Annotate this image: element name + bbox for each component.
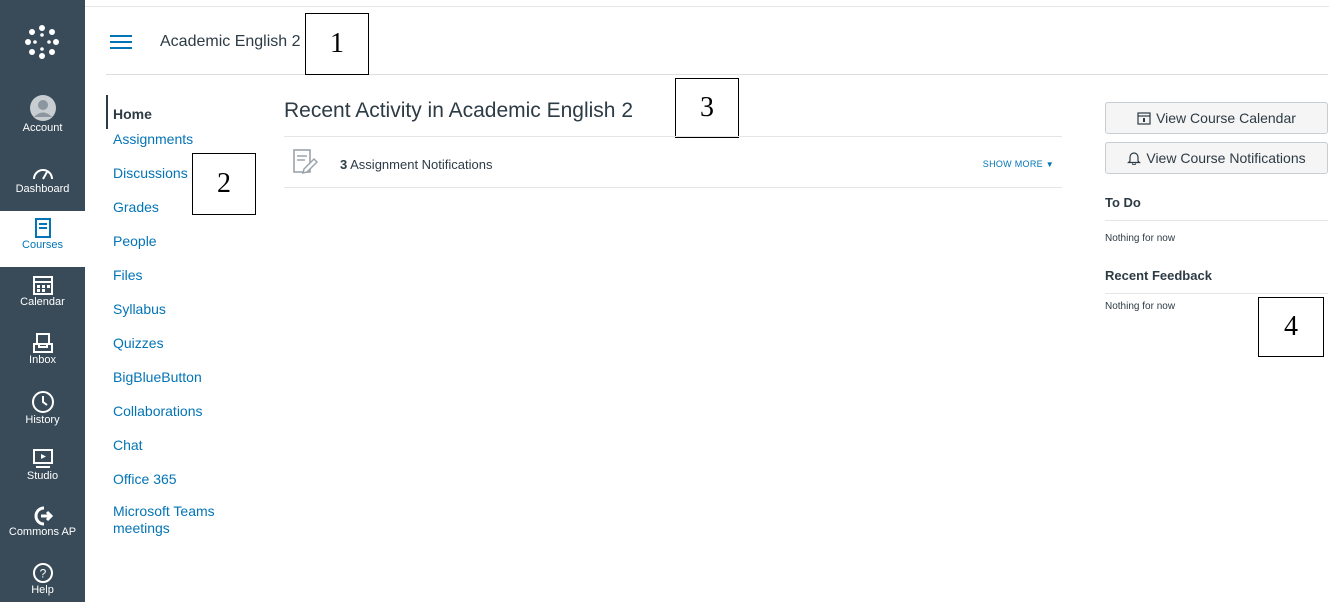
activity-item: 3 Assignment Notifications SHOW MORE ▼ <box>284 142 1062 186</box>
show-more-button[interactable]: SHOW MORE ▼ <box>983 159 1054 169</box>
course-nav-collaborations[interactable]: Collaborations <box>106 401 246 435</box>
annotation-label: 3 <box>675 78 739 138</box>
view-course-calendar-button[interactable]: View Course Calendar <box>1105 102 1328 134</box>
todo-empty-text: Nothing for now <box>1105 233 1176 244</box>
global-nav-help[interactable]: ? Help <box>0 562 85 602</box>
show-more-label: SHOW MORE <box>982 159 1043 169</box>
view-course-notifications-button[interactable]: View Course Notifications <box>1105 142 1328 174</box>
course-nav-quizzes[interactable]: Quizzes <box>106 333 246 367</box>
annotation-label: 2 <box>192 153 256 215</box>
commons-icon <box>34 506 53 526</box>
caret-down-icon: ▼ <box>1045 160 1054 169</box>
global-nav-label: Studio <box>26 470 59 482</box>
global-nav-label: Inbox <box>29 354 56 366</box>
studio-icon <box>32 449 53 468</box>
feedback-divider <box>1105 293 1328 294</box>
activity-count: 3 <box>340 157 348 172</box>
activity-divider <box>284 187 1062 188</box>
calendar-icon <box>32 276 53 295</box>
course-nav-office-365[interactable]: Office 365 <box>106 469 246 503</box>
course-nav-files[interactable]: Files <box>106 265 246 299</box>
global-nav-inbox[interactable]: Inbox <box>0 332 85 376</box>
menu-toggle-icon[interactable] <box>110 33 132 51</box>
page-title: Recent Activity in Academic English 2 <box>284 99 634 122</box>
account-icon <box>29 95 56 121</box>
bell-icon <box>1127 152 1142 165</box>
assignment-icon <box>292 147 319 182</box>
activity-text: 3 Assignment Notifications <box>340 157 492 172</box>
global-nav-label: Calendar <box>20 296 65 308</box>
global-nav-studio[interactable]: Studio <box>0 448 85 494</box>
global-nav-account[interactable]: Account <box>0 94 85 148</box>
global-nav-label: Courses <box>22 239 63 251</box>
inbox-icon <box>32 333 53 353</box>
course-nav-microsoft-teams[interactable]: Microsoft Teams meetings <box>106 503 233 537</box>
top-divider <box>85 6 1329 7</box>
global-nav-calendar[interactable]: Calendar <box>0 274 85 320</box>
activity-divider <box>284 136 1062 137</box>
annotation-label: 1 <box>305 13 369 75</box>
header-divider <box>106 74 1328 75</box>
course-nav-bigbluebutton[interactable]: BigBlueButton <box>106 367 246 401</box>
todo-heading: To Do <box>1105 195 1141 210</box>
view-course-calendar-label: View Course Calendar <box>1156 110 1296 126</box>
courses-icon <box>34 218 51 238</box>
view-course-notifications-label: View Course Notifications <box>1146 150 1306 166</box>
feedback-empty-text: Nothing for now <box>1105 301 1176 312</box>
global-nav-label: Account <box>22 122 63 134</box>
history-icon <box>31 391 54 413</box>
canvas-logo-icon[interactable] <box>24 24 60 65</box>
global-nav-label: Commons AP <box>8 526 77 538</box>
global-nav-commons[interactable]: Commons AP <box>0 506 85 550</box>
global-nav-label: Help <box>31 584 54 596</box>
global-nav-history[interactable]: History <box>0 390 85 434</box>
activity-label: Assignment Notifications <box>350 157 493 172</box>
help-icon: ? <box>32 563 53 583</box>
calendar-icon <box>1137 112 1151 125</box>
svg-text:?: ? <box>39 567 46 581</box>
global-nav-label: Dashboard <box>15 183 70 195</box>
dashboard-icon <box>32 169 53 180</box>
breadcrumb[interactable]: Academic English 2 <box>160 33 301 51</box>
course-nav-syllabus[interactable]: Syllabus <box>106 299 246 333</box>
todo-divider <box>1105 220 1328 221</box>
course-nav-home[interactable]: Home <box>106 95 246 129</box>
annotation-label: 4 <box>1258 297 1324 357</box>
global-nav-courses[interactable]: Courses <box>0 211 85 267</box>
global-nav-label: History <box>25 414 60 426</box>
global-nav-dashboard[interactable]: Dashboard <box>0 163 85 203</box>
course-nav-people[interactable]: People <box>106 231 246 265</box>
recent-feedback-heading: Recent Feedback <box>1105 268 1212 283</box>
course-nav-chat[interactable]: Chat <box>106 435 246 469</box>
global-nav: Account Dashboard Courses Calendar Inbox <box>0 0 85 602</box>
